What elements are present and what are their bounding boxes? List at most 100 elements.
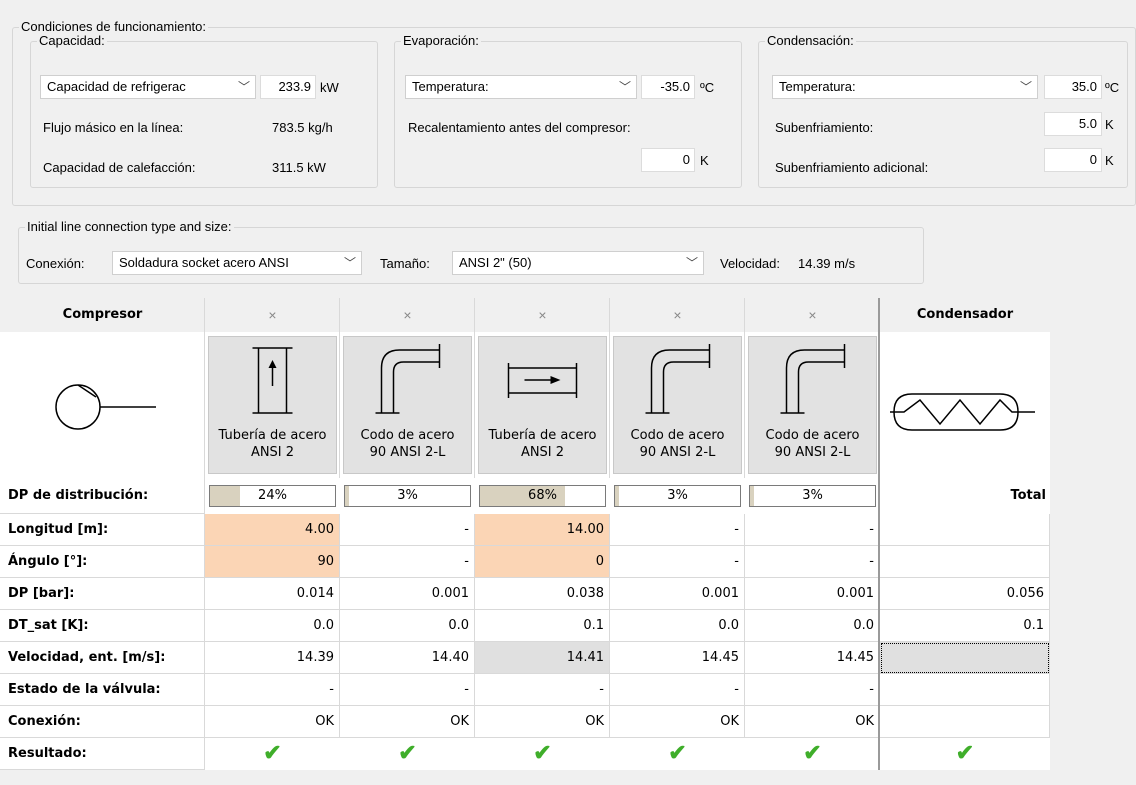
additional-subcooling-input[interactable]: 0: [1044, 148, 1102, 172]
connection-type-value: Soldadura socket acero ANSI: [119, 255, 289, 270]
evaporation-legend: Evaporación:: [403, 33, 479, 48]
additional-subcooling-unit: K: [1105, 153, 1114, 168]
condensation-select[interactable]: Temperatura: ﹀: [772, 75, 1038, 99]
condensation-temp-input[interactable]: 35.0: [1044, 75, 1102, 99]
velocity-value: 14.45: [701, 650, 739, 665]
component-label-line1: Tubería de acero: [488, 428, 597, 443]
velocity-value: 14.41: [566, 650, 604, 665]
chevron-down-icon: ﹀: [685, 256, 698, 270]
component-label-line2: ANSI 2: [520, 445, 565, 460]
dt_sat-value: 0.0: [853, 618, 874, 633]
success-check-icon: ✔: [533, 740, 552, 765]
valve-value: -: [329, 682, 334, 697]
heating-capacity-label: Capacidad de calefacción:: [43, 160, 196, 175]
column-divider: [609, 298, 610, 478]
row-label-velocity: Velocidad, ent. [m/s]:: [8, 650, 166, 665]
total-angle-cell: [880, 546, 1050, 578]
condenser-divider: [878, 298, 880, 770]
compressor-icon: [55, 384, 156, 430]
dp-value: 0.038: [566, 586, 604, 601]
total-velocity-cell: [880, 642, 1050, 674]
connection-value: OK: [720, 714, 739, 729]
column-divider: [204, 298, 205, 478]
capacity-input[interactable]: 233.9: [260, 75, 316, 99]
subcooling-input[interactable]: 5.0: [1044, 112, 1102, 136]
valve-value: -: [464, 682, 469, 697]
total-valve-cell: [880, 674, 1050, 706]
remove-component-button[interactable]: ×: [610, 298, 745, 332]
valve-value: -: [734, 682, 739, 697]
dp-value: 0.001: [431, 586, 469, 601]
dp-distribution-value: 3%: [397, 488, 418, 503]
elbow-icon: [645, 344, 711, 414]
component-label-line1: Codo de acero: [765, 428, 860, 443]
angle-value: -: [869, 554, 874, 569]
capacity-type-value: Capacidad de refrigerac: [47, 79, 186, 94]
capacity-unit: kW: [320, 80, 339, 95]
subcooling-unit: K: [1105, 117, 1114, 132]
dt_sat-value: 0.0: [718, 618, 739, 633]
row-label-dp_dist: DP de distribución:: [8, 488, 149, 503]
superheat-input[interactable]: 0: [641, 148, 695, 172]
component-grid: Compresor × × × × × Condensador Tubería de acer…: [0, 298, 1136, 785]
connection-type-select[interactable]: Soldadura socket acero ANSI ﹀: [112, 251, 362, 275]
size-label: Tamaño:: [380, 256, 430, 271]
angle-value: -: [464, 554, 469, 569]
elbow-icon: [780, 344, 846, 414]
velocity-value: 14.39: [296, 650, 334, 665]
component-label-line1: Codo de acero: [360, 428, 455, 443]
dt_sat-value: 0.0: [448, 618, 469, 633]
remove-component-button[interactable]: ×: [205, 298, 340, 332]
row-label-dp: DP [bar]:: [8, 586, 75, 601]
size-value: ANSI 2" (50): [459, 255, 532, 270]
row-label-result: Resultado:: [8, 746, 87, 761]
dp-value: 0.001: [701, 586, 739, 601]
length-value: -: [734, 522, 739, 537]
total-header: Total: [1010, 488, 1046, 503]
chevron-down-icon: ﹀: [237, 80, 250, 94]
remove-component-button[interactable]: ×: [745, 298, 880, 332]
connection-label: Conexión:: [26, 256, 85, 271]
dp-value: 0.014: [296, 586, 334, 601]
column-divider: [339, 298, 340, 478]
total-dp-value: 0.056: [1006, 586, 1044, 601]
condenser-header: Condensador: [880, 298, 1050, 332]
component-label-line2: ANSI 2: [250, 445, 295, 460]
remove-component-button[interactable]: ×: [475, 298, 610, 332]
size-select[interactable]: ANSI 2" (50) ﹀: [452, 251, 704, 275]
additional-subcooling-label: Subenfriamiento adicional:: [775, 160, 929, 175]
superheat-label: Recalentamiento antes del compresor:: [408, 120, 631, 135]
angle-value: -: [734, 554, 739, 569]
dp-distribution-bar: 68%: [479, 485, 606, 507]
component-label-line2: 90 ANSI 2-L: [774, 445, 851, 460]
length-value: -: [869, 522, 874, 537]
condensation-select-value: Temperatura:: [779, 79, 856, 94]
success-check-icon: ✔: [263, 740, 282, 765]
success-check-icon: ✔: [398, 740, 417, 765]
condensation-legend: Condensación:: [767, 33, 854, 48]
length-value: 14.00: [566, 522, 604, 537]
pipe-icon: [252, 347, 293, 414]
total-dt-sat-value: 0.1: [1023, 618, 1044, 633]
capacity-type-select[interactable]: Capacidad de refrigerac ﹀: [40, 75, 256, 99]
evaporation-select[interactable]: Temperatura: ﹀: [405, 75, 637, 99]
valve-value: -: [869, 682, 874, 697]
success-check-icon: ✔: [803, 740, 822, 765]
mass-flow-label: Flujo másico en la línea:: [43, 120, 184, 135]
total-length-cell: [880, 514, 1050, 546]
evaporation-temp-input[interactable]: -35.0: [641, 75, 695, 99]
dp-distribution-bar: 3%: [614, 485, 741, 507]
dp-distribution-bar: 3%: [344, 485, 471, 507]
velocity-value: 14.45: [836, 650, 874, 665]
evaporation-select-value: Temperatura:: [412, 79, 489, 94]
length-value: -: [464, 522, 469, 537]
component-label-line1: Tubería de acero: [218, 428, 327, 443]
dp-distribution-value: 3%: [802, 488, 823, 503]
dp-distribution-bar: 3%: [749, 485, 876, 507]
velocity-value: 14.40: [431, 650, 469, 665]
total-success-check-icon: ✔: [955, 740, 975, 765]
condenser-icon: [890, 393, 1035, 431]
remove-component-button[interactable]: ×: [340, 298, 475, 332]
total-connection-cell: [880, 706, 1050, 738]
velocity-label: Velocidad:: [720, 256, 780, 271]
